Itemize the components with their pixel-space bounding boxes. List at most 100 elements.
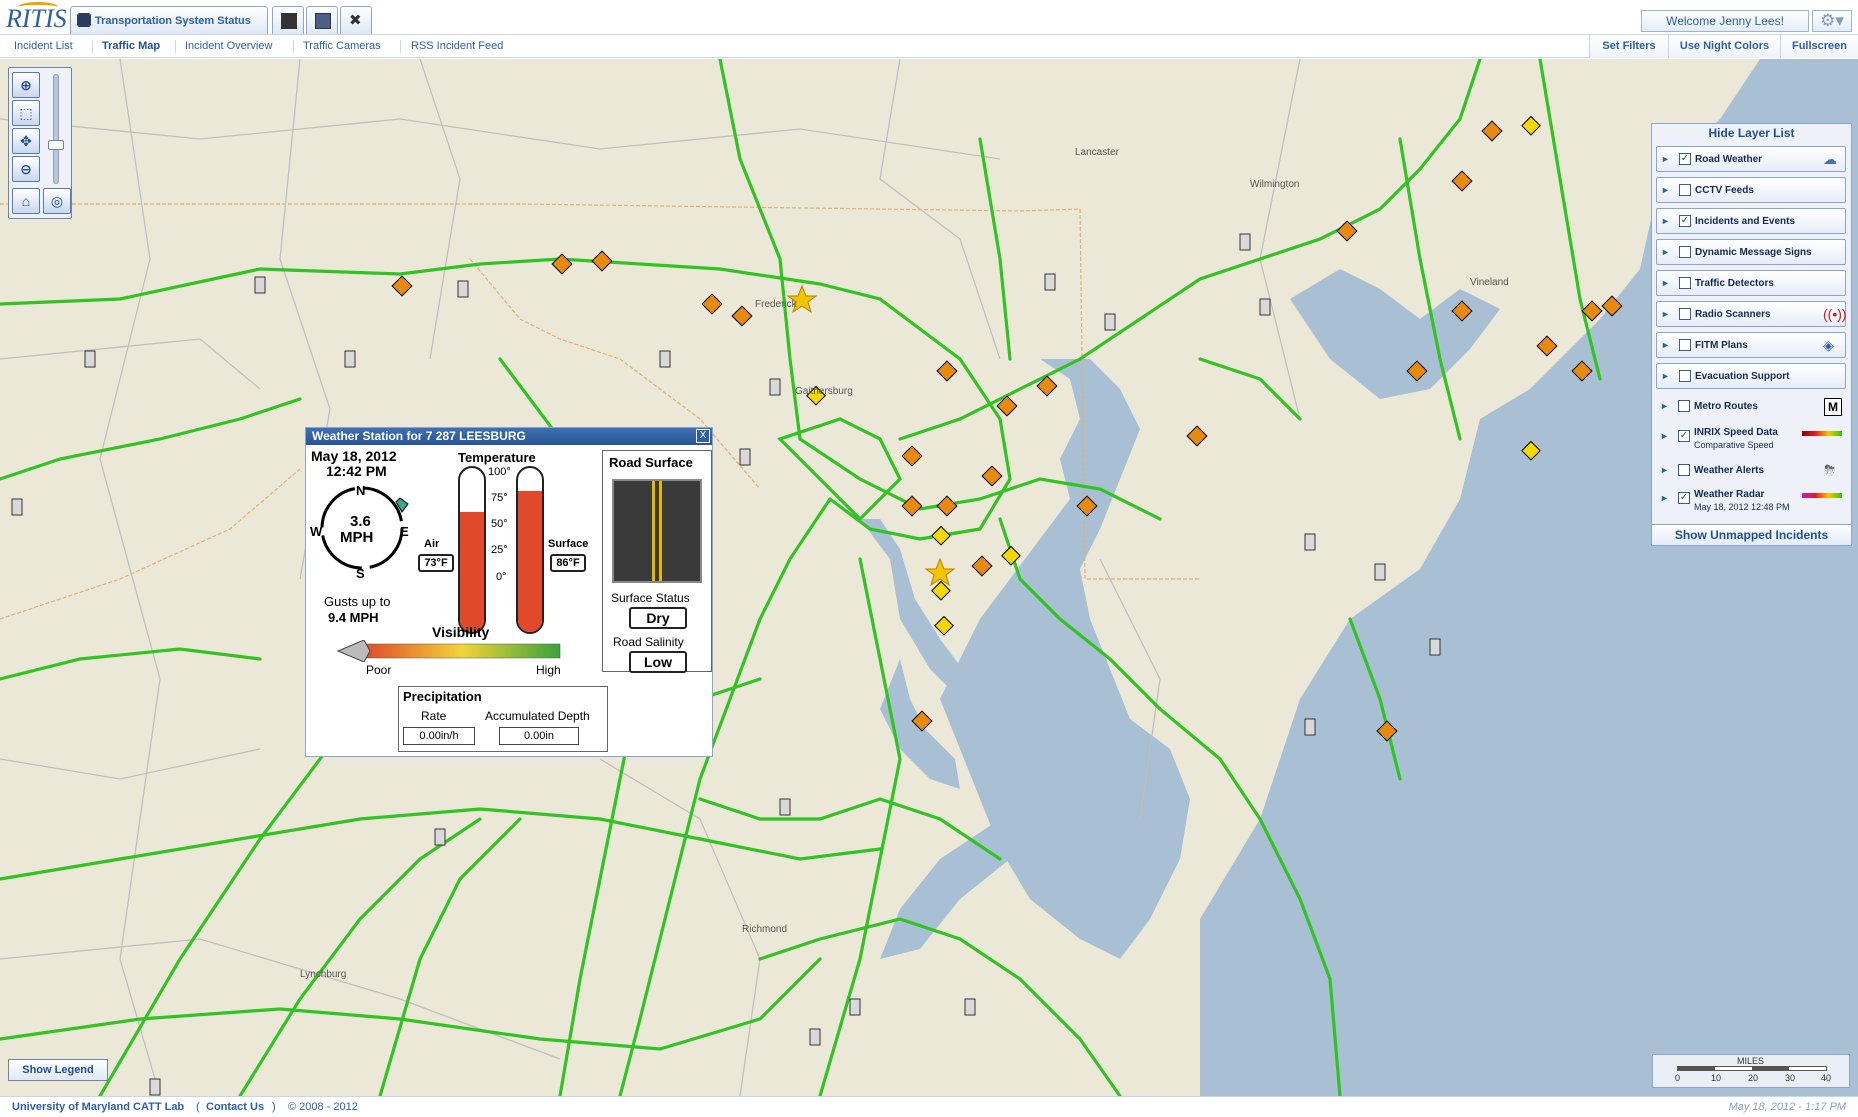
layer-name: INRIX Speed Data xyxy=(1694,427,1778,438)
map-label-gaithersburg: Gaithersburg xyxy=(795,386,853,397)
night-colors-button[interactable]: Use Night Colors xyxy=(1668,35,1780,58)
expand-icon[interactable]: ► xyxy=(1661,340,1670,350)
rate-label: Rate xyxy=(421,709,447,723)
layer-checkbox[interactable] xyxy=(1679,339,1691,351)
layer-checkbox[interactable]: ✓ xyxy=(1679,153,1691,165)
expand-icon[interactable]: ► xyxy=(1660,493,1669,503)
layer-checkbox[interactable]: ✓ xyxy=(1678,430,1690,442)
layer-name: Incidents and Events xyxy=(1695,216,1796,227)
fullscreen-button[interactable]: Fullscreen xyxy=(1780,35,1858,58)
layer-name: Evacuation Support xyxy=(1695,371,1790,382)
expand-icon[interactable]: ► xyxy=(1661,247,1670,257)
zoom-slider-track[interactable] xyxy=(53,74,59,184)
expand-icon[interactable]: ► xyxy=(1661,216,1670,226)
expand-icon[interactable]: ► xyxy=(1661,371,1670,381)
temperature-label: Temperature xyxy=(458,450,536,465)
layer-evacuation-support[interactable]: ► Evacuation Support xyxy=(1656,363,1846,389)
nav-traffic-map[interactable]: Traffic Map xyxy=(102,40,160,52)
road-salinity-label: Road Salinity xyxy=(613,635,684,649)
layer-traffic-detectors[interactable]: ► Traffic Detectors xyxy=(1656,270,1846,296)
map-label-wilmington: Wilmington xyxy=(1250,179,1300,190)
layer-weather-radar[interactable]: ► ✓ Weather Radar May 18, 2012 12:48 PM xyxy=(1656,486,1846,518)
nav-incident-list[interactable]: Incident List xyxy=(14,40,73,52)
wind-unit: MPH xyxy=(340,529,374,546)
tab-transportation-system-status[interactable]: Transportation System Status xyxy=(70,6,268,34)
nav-incident-overview[interactable]: Incident Overview xyxy=(185,40,272,52)
layer-checkbox[interactable] xyxy=(1679,370,1691,382)
precipitation-panel: Precipitation Rate Accumulated Depth 0.0… xyxy=(398,686,608,752)
layer-name: FITM Plans xyxy=(1695,340,1748,351)
home-icon[interactable]: ⌂ xyxy=(12,188,40,214)
layer-metro-routes[interactable]: ► Metro Routes M xyxy=(1656,394,1846,420)
expand-icon[interactable]: ► xyxy=(1661,309,1670,319)
scale-bar xyxy=(1677,1066,1827,1071)
road-line xyxy=(659,481,662,581)
compass-east: E xyxy=(400,524,409,539)
tab-tools[interactable]: ✖ xyxy=(340,6,372,34)
layer-checkbox[interactable] xyxy=(1679,277,1691,289)
locate-icon[interactable]: ◎ xyxy=(43,188,71,214)
top-bar: RITIS Transportation System Status ✖ Wel… xyxy=(0,0,1858,34)
tab-image[interactable] xyxy=(306,6,338,34)
layer-weather-alerts[interactable]: ► Weather Alerts ⛈ xyxy=(1656,458,1846,484)
rate-value: 0.00in/h xyxy=(403,727,475,745)
gear-icon[interactable]: ⚙▾ xyxy=(1812,10,1852,32)
layer-fitm-plans[interactable]: ► FITM Plans ◈ xyxy=(1656,332,1846,358)
temp-tick: 0° xyxy=(496,571,507,583)
popup-title: Weather Station for 7 287 LEESBURG xyxy=(306,428,712,445)
expand-icon[interactable]: ► xyxy=(1661,278,1670,288)
zoom-control: ⊕ ⬚ ✥ ⊖ ⌂ ◎ xyxy=(8,67,72,219)
layer-dynamic-message-signs[interactable]: ► Dynamic Message Signs xyxy=(1656,239,1846,265)
set-filters-button[interactable]: Set Filters xyxy=(1589,35,1668,58)
layer-name: Radio Scanners xyxy=(1695,309,1771,320)
nav-traffic-cameras[interactable]: Traffic Cameras xyxy=(303,40,381,52)
zoom-in-icon[interactable]: ⊕ xyxy=(12,72,40,98)
layer-road-weather[interactable]: ► ✓ Road Weather ☁ xyxy=(1656,146,1846,172)
layer-checkbox[interactable] xyxy=(1678,464,1690,476)
pan-icon[interactable]: ✥ xyxy=(12,128,40,154)
layer-checkbox[interactable] xyxy=(1679,184,1691,196)
show-legend-button[interactable]: Show Legend xyxy=(8,1059,108,1081)
weather-station-popup: Weather Station for 7 287 LEESBURG X May… xyxy=(305,427,713,757)
gusts-value: 9.4 MPH xyxy=(328,610,379,625)
nav-separator xyxy=(400,40,401,53)
layer-cctv-feeds[interactable]: ► CCTV Feeds xyxy=(1656,177,1846,203)
layer-checkbox[interactable] xyxy=(1679,246,1691,258)
temp-tick: 100° xyxy=(488,466,511,478)
layer-name: Weather Radar xyxy=(1694,489,1765,500)
close-icon[interactable]: X xyxy=(696,429,710,443)
zoom-slider-thumb[interactable] xyxy=(48,140,64,150)
expand-icon[interactable]: ► xyxy=(1661,185,1670,195)
zoom-box-icon[interactable]: ⬚ xyxy=(12,100,40,126)
expand-icon[interactable]: ► xyxy=(1660,465,1669,475)
bus-icon xyxy=(77,13,91,27)
expand-icon[interactable]: ► xyxy=(1661,154,1670,164)
metro-icon: M xyxy=(1824,398,1842,416)
cloud-icon: ☁ xyxy=(1823,151,1837,167)
footer-org-link[interactable]: University of Maryland CATT Lab xyxy=(12,1101,184,1113)
tab-book[interactable] xyxy=(272,6,304,34)
layer-checkbox[interactable] xyxy=(1679,308,1691,320)
contact-us-link[interactable]: Contact Us xyxy=(206,1101,264,1113)
traffic-map[interactable]: Lancaster Frederick Gaithersburg Vinelan… xyxy=(0,59,1858,1096)
layer-name: Traffic Detectors xyxy=(1695,278,1774,289)
map-scale: MILES 0 10 20 30 40 xyxy=(1652,1054,1850,1088)
ritis-logo[interactable]: RITIS xyxy=(4,2,67,33)
road-surface-panel: Road Surface Surface Status Dry Road Sal… xyxy=(602,450,712,673)
layer-checkbox[interactable]: ✓ xyxy=(1679,215,1691,227)
compass-west: W xyxy=(310,524,323,539)
layer-incidents-events[interactable]: ► ✓ Incidents and Events xyxy=(1656,208,1846,234)
surface-temp-fill xyxy=(518,490,542,632)
zoom-out-icon[interactable]: ⊖ xyxy=(12,156,40,182)
expand-icon[interactable]: ► xyxy=(1660,401,1669,411)
air-label: Air xyxy=(424,538,440,550)
expand-icon[interactable]: ► xyxy=(1660,431,1669,441)
layer-checkbox[interactable]: ✓ xyxy=(1678,492,1690,504)
layer-checkbox[interactable] xyxy=(1678,400,1690,412)
show-unmapped-incidents-button[interactable]: Show Unmapped Incidents xyxy=(1651,524,1852,546)
layer-radio-scanners[interactable]: ► Radio Scanners ((•)) xyxy=(1656,301,1847,327)
hide-layer-list-button[interactable]: Hide Layer List xyxy=(1652,126,1851,140)
layer-inrix-speed-data[interactable]: ► ✓ INRIX Speed Data Comparative Speed xyxy=(1656,424,1846,454)
nav-rss-feed[interactable]: RSS Incident Feed xyxy=(411,40,503,52)
logo-text: RITIS xyxy=(6,4,67,33)
